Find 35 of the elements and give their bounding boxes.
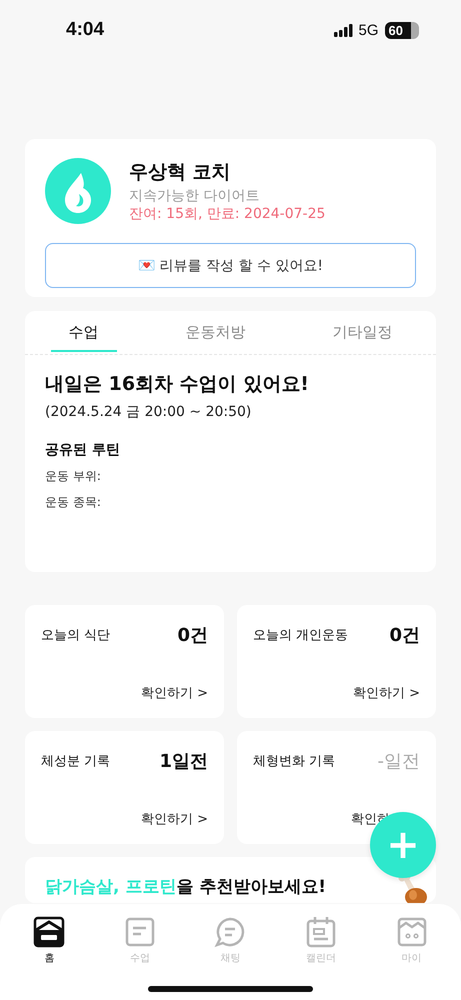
calendar-icon xyxy=(305,916,338,948)
summary-label: 오늘의 식단 xyxy=(41,627,110,644)
summary-value: 1일전 xyxy=(159,750,208,773)
tab[interactable]: 기타일정 xyxy=(314,315,410,352)
lesson-time: (2024.5.24 금 20:00 ~ 20:50) xyxy=(45,403,252,421)
routine-title: 공유된 루틴 xyxy=(45,441,121,459)
battery-indicator: 60 xyxy=(384,22,419,38)
nav-tab[interactable]: 홈 xyxy=(27,916,72,972)
home-icon xyxy=(33,916,66,948)
check-link[interactable]: 확인하기 > xyxy=(352,684,420,702)
tab[interactable]: 수업 xyxy=(50,315,116,352)
lesson-title: 내일은 16회차 수업이 있어요! xyxy=(45,372,310,397)
summary-label: 오늘의 개인운동 xyxy=(253,627,348,644)
lesson-icon xyxy=(124,916,156,948)
summary-label: 체형변화 기록 xyxy=(253,753,336,770)
summary-value: -일전 xyxy=(378,750,420,773)
banner-title: 닭가슴살, 프로틴을 추천받아보세요! xyxy=(45,876,326,898)
clock: 4:04 xyxy=(66,19,104,41)
routine-field: 운동 부위: xyxy=(45,468,416,485)
summary-value: 0건 xyxy=(389,624,420,647)
summary-value: 0건 xyxy=(177,624,208,647)
my-icon xyxy=(396,916,428,948)
routine-field: 운동 종목: xyxy=(45,494,416,511)
signal-icon xyxy=(334,24,353,36)
chat-icon xyxy=(214,916,246,948)
network-label: 5G xyxy=(358,22,379,38)
program-name: 지속가능한 다이어트 xyxy=(129,187,260,205)
drop-logo-icon xyxy=(45,158,111,224)
coach-name: 우상혁 코치 xyxy=(129,160,232,185)
tab[interactable]: 운동처방 xyxy=(168,315,264,352)
summary-label: 체성분 기록 xyxy=(41,753,110,770)
remaining-sessions: 잔여: 15회, 만료: 2024-07-25 xyxy=(129,205,326,223)
check-link[interactable]: 확인하기 > xyxy=(140,684,208,702)
review-button[interactable]: 💌 리뷰를 작성 할 수 있어요! xyxy=(45,243,416,288)
check-link[interactable]: 확인하기 > xyxy=(140,810,208,828)
